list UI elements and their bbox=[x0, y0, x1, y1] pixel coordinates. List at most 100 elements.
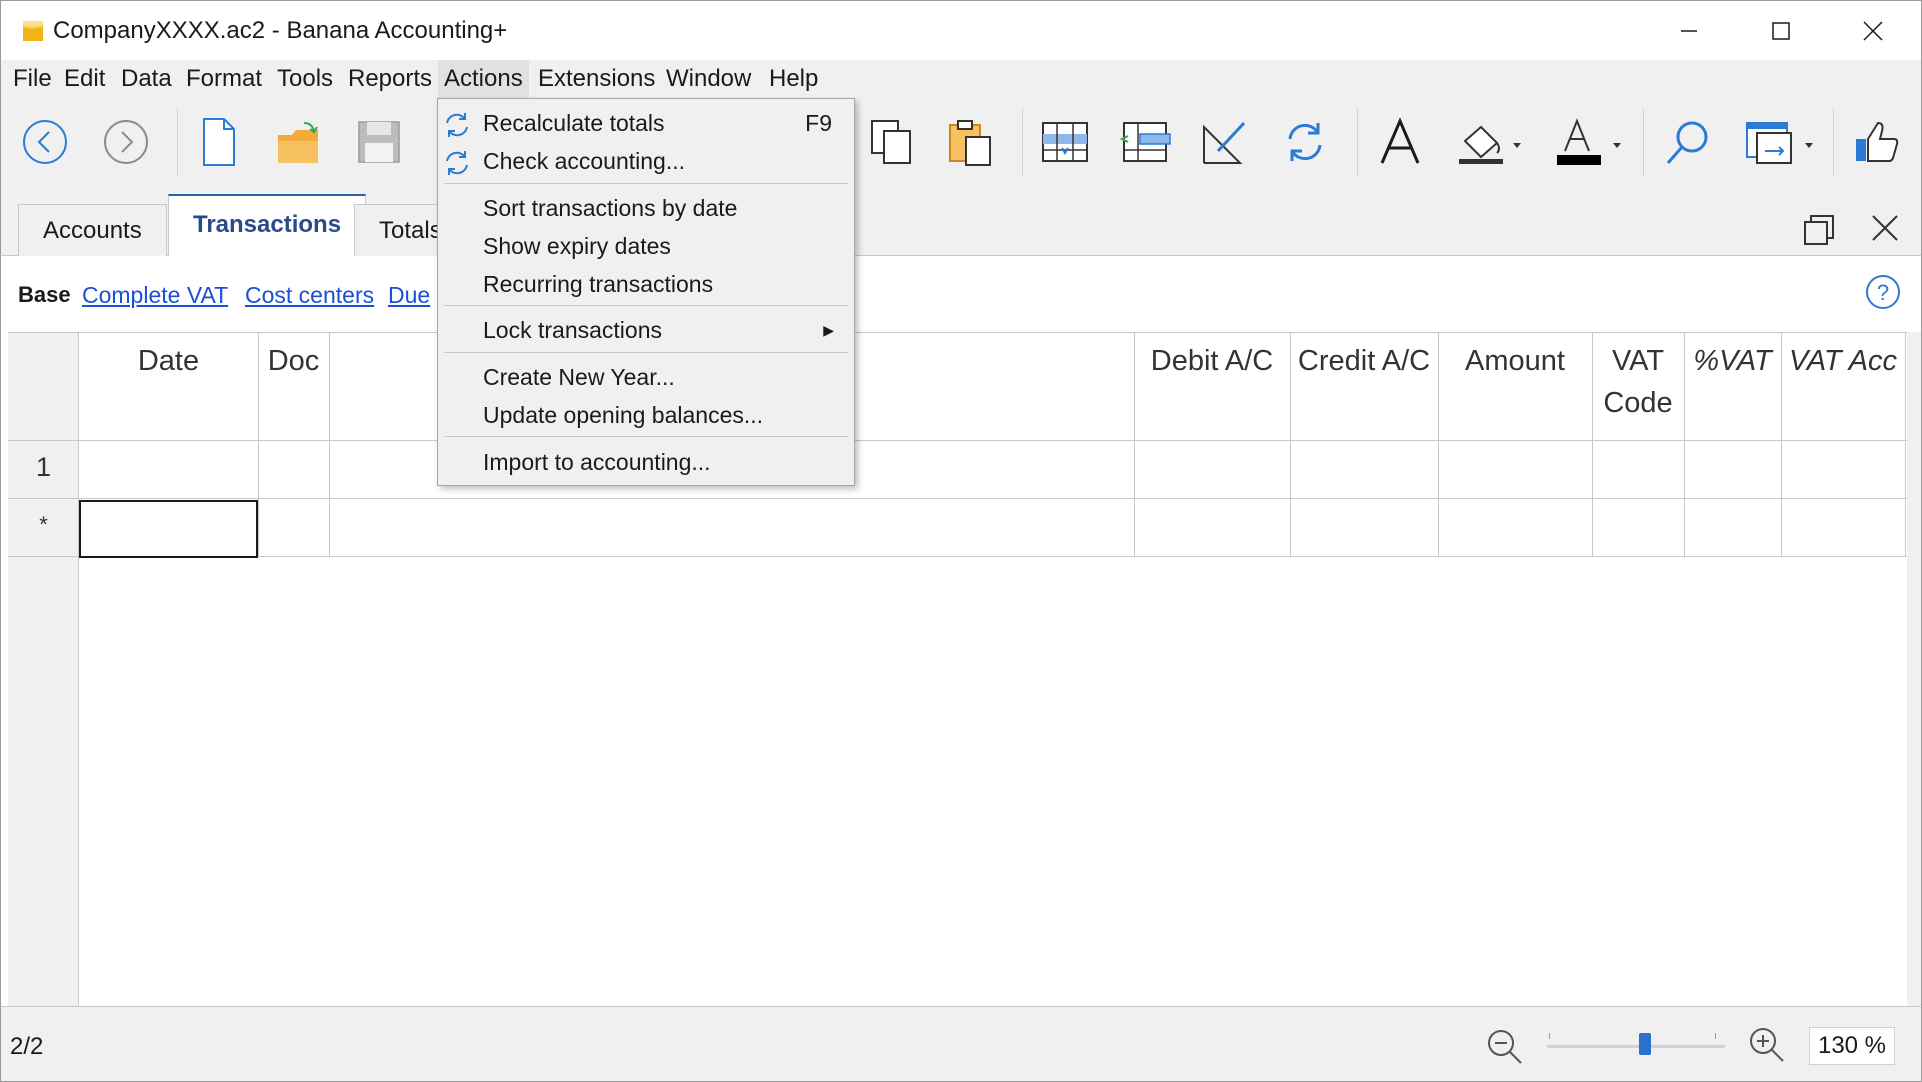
help-icon[interactable]: ? bbox=[1865, 274, 1901, 310]
save-button[interactable] bbox=[347, 110, 411, 174]
font-button[interactable] bbox=[1369, 110, 1433, 174]
col-amount[interactable]: Amount bbox=[1438, 340, 1592, 382]
refresh-icon bbox=[446, 113, 468, 137]
banana-logo-icon bbox=[23, 21, 43, 41]
menu-reports[interactable]: Reports bbox=[342, 60, 438, 98]
zoom-level[interactable]: 130 % bbox=[1809, 1027, 1895, 1065]
menu-item-label: Recurring transactions bbox=[483, 271, 714, 297]
col-pct-vat[interactable]: %VAT bbox=[1684, 340, 1781, 382]
col-vat-code-line2: Code bbox=[1603, 387, 1673, 419]
maximize-button[interactable] bbox=[1735, 1, 1827, 61]
menu-item-label: Sort transactions by date bbox=[483, 195, 738, 221]
menu-show-expiry-dates[interactable]: Show expiry dates bbox=[438, 227, 854, 265]
menu-actions[interactable]: Actions bbox=[438, 60, 529, 98]
col-vat-code-line1: VAT bbox=[1611, 345, 1665, 377]
maximize-icon bbox=[1772, 22, 1790, 40]
row-header-column bbox=[8, 332, 79, 1006]
minimize-button[interactable] bbox=[1643, 1, 1735, 61]
selected-cell[interactable] bbox=[79, 500, 258, 558]
view-complete-vat[interactable]: Complete VAT bbox=[82, 282, 228, 309]
views-bar: Base Complete VAT Cost centers Due ? bbox=[0, 256, 1922, 332]
menu-update-opening-balances[interactable]: Update opening balances... bbox=[438, 396, 854, 434]
menu-format[interactable]: Format bbox=[180, 60, 268, 98]
view-due[interactable]: Due bbox=[388, 282, 430, 309]
tab-strip: Accounts Transactions Totals bbox=[0, 186, 1922, 257]
forward-button[interactable] bbox=[94, 110, 158, 174]
menu-recalculate-totals[interactable]: Recalculate totals F9 bbox=[438, 104, 854, 142]
window-title: CompanyXXXX.ac2 - Banana Accounting+ bbox=[53, 17, 508, 44]
col-credit[interactable]: Credit A/C bbox=[1290, 340, 1438, 382]
like-button[interactable] bbox=[1845, 110, 1909, 174]
menu-separator bbox=[444, 436, 848, 437]
new-file-icon bbox=[203, 118, 235, 166]
folder-open-icon bbox=[278, 122, 318, 163]
status-bar: 2/2 130 % bbox=[0, 1006, 1922, 1082]
menu-create-new-year[interactable]: Create New Year... bbox=[438, 358, 854, 396]
zoom-out-icon[interactable] bbox=[1485, 1027, 1525, 1067]
menu-check-accounting[interactable]: Check accounting... bbox=[438, 142, 854, 180]
menu-data[interactable]: Data bbox=[115, 60, 178, 98]
menu-item-label: Create New Year... bbox=[483, 364, 675, 390]
row-new-marker[interactable]: * bbox=[8, 512, 79, 538]
new-file-button[interactable] bbox=[187, 110, 251, 174]
text-color-button[interactable] bbox=[1549, 110, 1631, 174]
remove-row-icon bbox=[1119, 122, 1171, 162]
menu-help[interactable]: Help bbox=[763, 60, 824, 98]
menu-window[interactable]: Window bbox=[660, 60, 757, 98]
svg-text:?: ? bbox=[1877, 280, 1889, 305]
refresh-button[interactable] bbox=[1273, 110, 1337, 174]
transactions-table: Date Doc Debit A/C Credit A/C Amount VAT… bbox=[0, 332, 1922, 1006]
zoom-slider[interactable] bbox=[1547, 1045, 1725, 1048]
menu-item-label: Show expiry dates bbox=[483, 233, 671, 259]
zoom-in-icon[interactable] bbox=[1747, 1025, 1787, 1065]
refresh-icon bbox=[446, 151, 468, 175]
view-base[interactable]: Base bbox=[18, 282, 71, 308]
menu-item-label: Lock transactions bbox=[483, 317, 662, 343]
view-cost-centers[interactable]: Cost centers bbox=[245, 282, 374, 309]
close-icon bbox=[1863, 21, 1883, 41]
col-debit[interactable]: Debit A/C bbox=[1134, 340, 1290, 382]
col-vat-code[interactable]: VAT Code bbox=[1592, 340, 1684, 424]
tab-transactions[interactable]: Transactions bbox=[168, 194, 367, 257]
menu-recurring-transactions[interactable]: Recurring transactions bbox=[438, 265, 854, 303]
tab-accounts[interactable]: Accounts bbox=[18, 204, 167, 256]
menu-file[interactable]: File bbox=[7, 60, 58, 98]
close-document-icon[interactable] bbox=[1867, 210, 1903, 246]
menu-sort-transactions[interactable]: Sort transactions by date bbox=[438, 189, 854, 227]
menu-separator bbox=[444, 305, 848, 306]
copy-button[interactable] bbox=[859, 110, 923, 174]
refresh-icon bbox=[1288, 123, 1322, 161]
col-date[interactable]: Date bbox=[79, 340, 258, 382]
row-number[interactable]: 1 bbox=[8, 452, 79, 483]
delete-row-button[interactable] bbox=[1113, 110, 1177, 174]
submenu-arrow-icon: ▶ bbox=[823, 322, 834, 338]
insert-row-icon bbox=[1042, 122, 1088, 162]
menu-extensions[interactable]: Extensions bbox=[532, 60, 661, 98]
arrow-right-circle-icon bbox=[104, 120, 148, 164]
menu-item-label: Update opening balances... bbox=[483, 402, 764, 428]
fill-color-button[interactable] bbox=[1449, 110, 1531, 174]
font-icon bbox=[1380, 117, 1420, 164]
back-button[interactable] bbox=[13, 110, 77, 174]
col-vat-acc[interactable]: VAT Acc bbox=[1781, 340, 1905, 382]
ruler-pencil-icon bbox=[1203, 121, 1246, 164]
edit-entry-button[interactable] bbox=[1193, 110, 1257, 174]
menu-tools[interactable]: Tools bbox=[271, 60, 339, 98]
open-file-button[interactable] bbox=[267, 110, 331, 174]
restore-document-icon[interactable] bbox=[1801, 212, 1837, 248]
paste-button[interactable] bbox=[939, 110, 1003, 174]
menu-import-to-accounting[interactable]: Import to accounting... bbox=[438, 443, 854, 481]
close-window-button[interactable] bbox=[1827, 1, 1919, 61]
search-icon bbox=[1666, 121, 1708, 164]
menu-item-shortcut: F9 bbox=[805, 110, 832, 136]
vertical-scrollbar[interactable] bbox=[1907, 332, 1921, 1006]
search-button[interactable] bbox=[1655, 110, 1719, 174]
menu-lock-transactions[interactable]: Lock transactions ▶ bbox=[438, 311, 854, 349]
insert-row-button[interactable] bbox=[1033, 110, 1097, 174]
save-icon bbox=[358, 121, 400, 163]
menu-edit[interactable]: Edit bbox=[58, 60, 111, 98]
zoom-slider-thumb[interactable] bbox=[1639, 1033, 1651, 1055]
col-doc[interactable]: Doc bbox=[258, 340, 329, 382]
menu-item-label: Import to accounting... bbox=[483, 449, 711, 475]
window-layout-button[interactable] bbox=[1737, 110, 1827, 174]
